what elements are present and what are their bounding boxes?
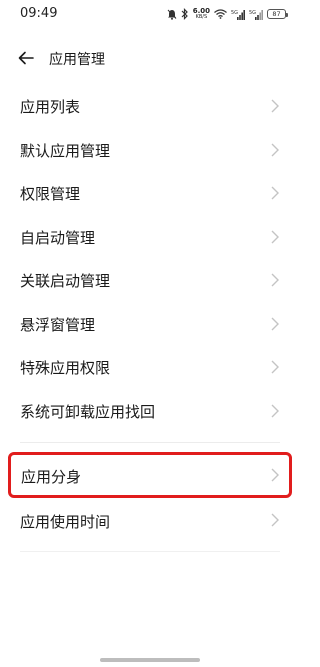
menu-item-label: 特殊应用权限 <box>20 359 111 377</box>
menu-item-default-apps[interactable]: 默认应用管理 <box>0 128 300 172</box>
signal-icon: 5G <box>249 7 263 21</box>
menu-item-label: 默认应用管理 <box>20 141 111 160</box>
menu-item-recover-system-apps[interactable]: 系统可卸载应用找回 <box>0 389 300 433</box>
signal-icon: 5G <box>231 7 245 21</box>
menu-item-app-clone[interactable]: 应用分身 <box>8 452 292 498</box>
menu-item-label: 应用列表 <box>20 98 81 116</box>
status-icons: 6.00 KB/S 5G 5G 87 <box>167 6 288 22</box>
status-bar: 09:49 6.00 KB/S 5G 5G 87 <box>0 0 300 28</box>
menu-item-label: 权限管理 <box>20 185 81 203</box>
list-end-divider <box>20 551 280 552</box>
menu-item-label: 应用分身 <box>21 468 82 486</box>
menu-item-floating-window[interactable]: 悬浮窗管理 <box>0 302 300 346</box>
status-time: 09:49 <box>20 6 58 21</box>
chevron-right-icon <box>271 404 279 417</box>
battery-icon: 87 <box>267 9 288 19</box>
menu-item-label: 系统可卸载应用找回 <box>20 402 156 421</box>
menu-item-label: 自启动管理 <box>20 228 96 247</box>
menu-list: 应用列表 默认应用管理 权限管理 自启动管理 关联启动管理 悬浮窗管理 特殊应用… <box>0 84 300 432</box>
net-speed-unit: KB/S <box>195 14 208 20</box>
chevron-right-icon <box>271 360 279 374</box>
signal-1-label: 5G <box>231 10 238 16</box>
menu-item-autostart[interactable]: 自启动管理 <box>0 215 300 259</box>
chevron-right-icon <box>271 99 279 113</box>
back-button[interactable] <box>14 46 38 70</box>
chevron-right-icon <box>271 143 279 156</box>
menu-item-label: 悬浮窗管理 <box>20 315 96 334</box>
chevron-right-icon <box>271 317 279 330</box>
chevron-right-icon <box>271 230 279 243</box>
chevron-right-icon <box>271 513 279 527</box>
app-header: 应用管理 <box>0 42 300 74</box>
bluetooth-icon <box>181 7 189 21</box>
menu-item-special-permissions[interactable]: 特殊应用权限 <box>0 345 300 389</box>
wifi-icon <box>214 7 227 21</box>
menu-item-app-list[interactable]: 应用列表 <box>0 84 300 128</box>
home-indicator[interactable] <box>100 658 200 662</box>
menu-item-associated-launch[interactable]: 关联启动管理 <box>0 258 300 302</box>
menu-item-permissions[interactable]: 权限管理 <box>0 171 300 215</box>
section-divider <box>20 442 280 443</box>
chevron-right-icon <box>271 186 279 200</box>
page-title: 应用管理 <box>49 52 105 68</box>
chevron-right-icon <box>271 468 279 482</box>
menu-item-label: 关联启动管理 <box>20 272 111 290</box>
arrow-left-icon <box>18 51 34 65</box>
network-speed: 6.00 KB/S <box>193 7 210 21</box>
menu-item-app-usage-time[interactable]: 应用使用时间 <box>0 499 300 542</box>
alarm-icon <box>167 7 177 21</box>
chevron-right-icon <box>271 273 279 287</box>
signal-2-label: 5G <box>249 10 256 16</box>
menu-item-label: 应用使用时间 <box>20 513 111 531</box>
